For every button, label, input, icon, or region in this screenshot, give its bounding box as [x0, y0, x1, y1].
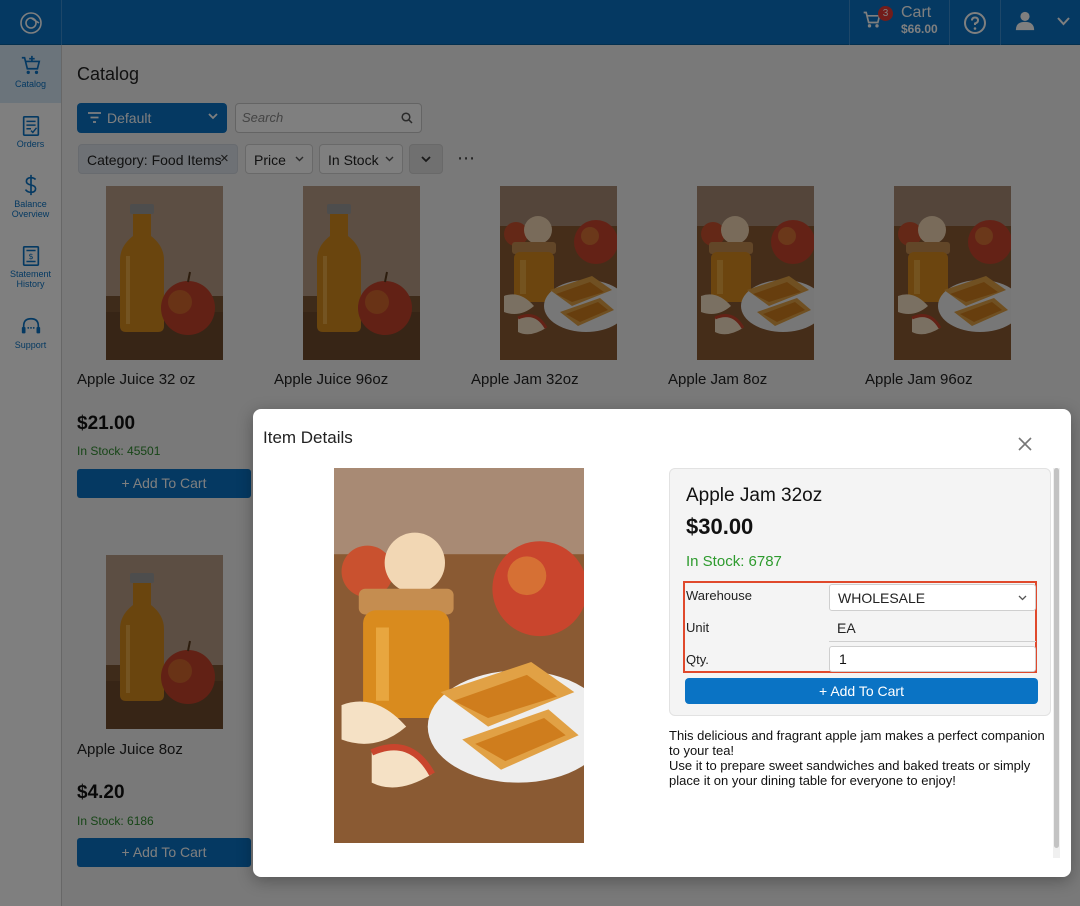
unit-label: Unit [686, 620, 710, 635]
warehouse-select[interactable]: WHOLESALE [829, 584, 1036, 611]
order-options: Warehouse WHOLESALE Unit EA Qty. [683, 581, 1037, 673]
item-price: $30.00 [686, 514, 754, 539]
add-to-cart-button[interactable]: + Add To Cart [685, 678, 1038, 704]
qty-label: Qty. [686, 652, 709, 667]
warehouse-label: Warehouse [686, 588, 752, 603]
unit-value: EA [837, 620, 856, 636]
item-details-modal: Item Details Apple Jam 32oz $30.00 In St… [253, 409, 1071, 877]
description-line: Use it to prepare sweet sandwiches and b… [669, 758, 1031, 788]
item-image [334, 468, 584, 843]
modal-title: Item Details [263, 428, 353, 447]
description-line: This delicious and fragrant apple jam ma… [669, 728, 1045, 758]
scrollbar-thumb[interactable] [1054, 468, 1059, 848]
add-to-cart-label: Add To Cart [830, 683, 904, 699]
item-description: This delicious and fragrant apple jam ma… [669, 728, 1055, 788]
item-stock: In Stock: 6787 [686, 553, 782, 570]
item-detail-panel: Apple Jam 32oz $30.00 In Stock: 6787 War… [669, 468, 1051, 716]
item-name: Apple Jam 32oz [686, 485, 823, 506]
close-icon[interactable] [1017, 436, 1033, 452]
quantity-input[interactable] [829, 646, 1036, 672]
unit-value-field: EA [829, 615, 1036, 642]
warehouse-value: WHOLESALE [838, 590, 926, 606]
chevron-down-icon [1018, 595, 1027, 601]
